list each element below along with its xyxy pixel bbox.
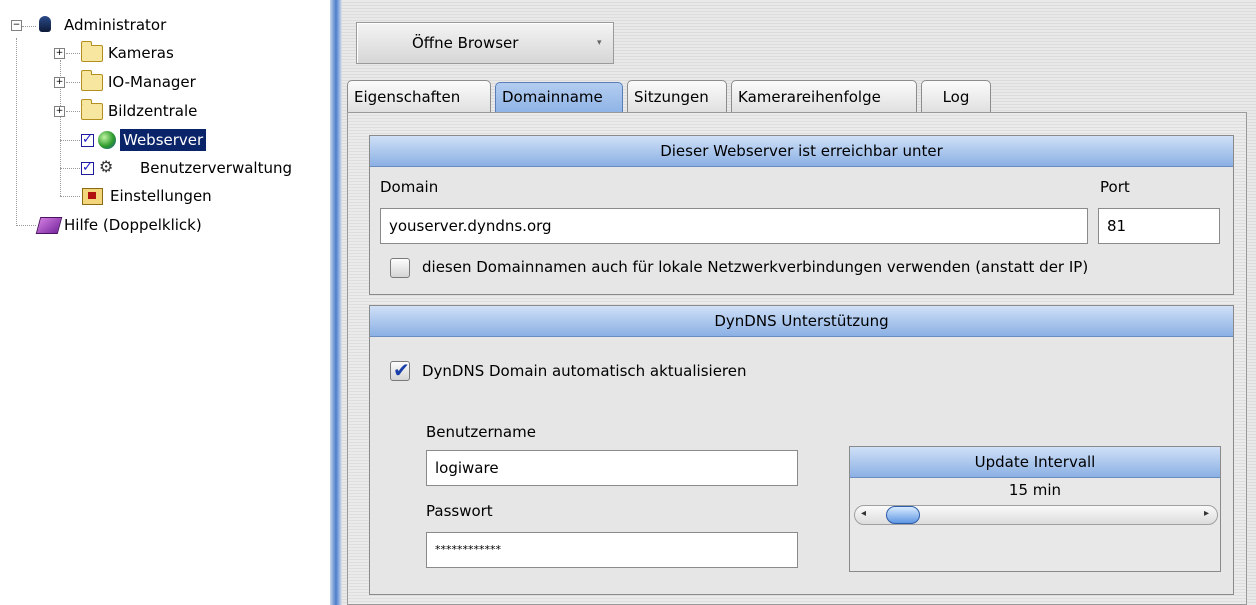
port-label: Port (1100, 178, 1130, 196)
tree-node-bildzentrale[interactable]: + Bildzentrale (50, 98, 250, 124)
password-label: Passwort (426, 502, 493, 520)
tree-connector (16, 225, 36, 226)
tab-content-domainname: Dieser Webserver ist erreichbar unter Do… (347, 112, 1247, 605)
open-browser-label: Öffne Browser (412, 34, 519, 52)
use-domain-locally-label: diesen Domainnamen auch für lokale Netzw… (422, 258, 1089, 276)
globe-icon (98, 131, 116, 149)
folder-icon (81, 99, 103, 120)
group-header: Dieser Webserver ist erreichbar unter (370, 136, 1233, 167)
update-interval-value: 15 min (1008, 481, 1062, 499)
expand-icon[interactable]: + (54, 48, 65, 59)
dyndns-group: DynDNS Unterstützung DynDNS Domain autom… (369, 305, 1234, 595)
password-input[interactable]: ************ (426, 532, 798, 568)
domain-input[interactable]: youserver.dyndns.org (380, 208, 1088, 244)
tree-node-label: Einstellungen (110, 187, 212, 205)
tree-node-label: Bildzentrale (108, 102, 198, 120)
tab-log[interactable]: Log (921, 80, 991, 112)
tree-node-einstellungen[interactable]: Einstellungen (78, 183, 278, 209)
slider-left-arrow-icon[interactable]: ◂ (861, 508, 866, 519)
tab-eigenschaften[interactable]: Eigenschaften (347, 80, 491, 112)
dyndns-auto-update-label: DynDNS Domain automatisch aktualisieren (422, 362, 747, 380)
main-panel: Öffne Browser ▾ Eigenschaften Domainname… (342, 0, 1256, 605)
tab-kamerareihenfolge[interactable]: Kamerareihenfolge (731, 80, 917, 112)
enabled-checkbox-icon[interactable]: ✓ (81, 133, 94, 147)
tree-node-administrator[interactable]: − Administrator (10, 12, 250, 38)
group-header: Update Intervall (850, 447, 1220, 478)
collapse-icon[interactable]: − (11, 20, 22, 31)
open-browser-button[interactable]: Öffne Browser ▾ (356, 22, 614, 64)
use-domain-locally-checkbox[interactable] (390, 258, 410, 278)
update-interval-group: Update Intervall 15 min ◂ ▸ (849, 446, 1221, 572)
tree-node-help[interactable]: Hilfe (Doppelklick) (34, 212, 254, 238)
tree-node-label: Kameras (108, 44, 174, 62)
tree-connector (16, 38, 17, 226)
users-icon: ⚙ (99, 157, 114, 176)
tree-connector (60, 196, 80, 197)
tree-node-label: Benutzerverwaltung (140, 159, 292, 177)
slider-thumb[interactable] (885, 506, 920, 524)
tree-node-kameras[interactable]: + Kameras (50, 40, 250, 66)
help-book-icon (35, 217, 63, 234)
dyndns-auto-update-checkbox[interactable] (390, 358, 410, 382)
tree-connector (60, 140, 80, 141)
chevron-down-icon[interactable]: ▾ (597, 23, 602, 63)
expand-icon[interactable]: + (54, 106, 65, 117)
splitter-bar[interactable] (330, 0, 342, 605)
slider-right-arrow-icon[interactable]: ▸ (1204, 508, 1209, 519)
group-header: DynDNS Unterstützung (370, 306, 1233, 337)
tab-domainname[interactable]: Domainname (495, 82, 623, 112)
tree-node-label: Webserver (120, 129, 207, 151)
tree-node-label: Hilfe (Doppelklick) (64, 216, 202, 234)
tree-node-label: IO-Manager (108, 73, 196, 91)
navigation-tree: − Administrator + Kameras + IO-Manager +… (0, 0, 330, 605)
tree-connector (60, 168, 80, 169)
update-interval-slider[interactable]: ◂ ▸ (854, 505, 1218, 525)
domain-label: Domain (380, 178, 439, 196)
port-input[interactable]: 81 (1098, 208, 1220, 244)
tree-node-label: Administrator (64, 16, 167, 34)
folder-icon (81, 70, 103, 91)
username-input[interactable]: logiware (426, 450, 798, 486)
folder-icon (81, 41, 103, 62)
expand-icon[interactable]: + (54, 77, 65, 88)
username-label: Benutzername (426, 423, 536, 441)
administrator-icon (39, 16, 51, 32)
webserver-address-group: Dieser Webserver ist erreichbar unter Do… (369, 135, 1234, 295)
tree-node-webserver[interactable]: ✓ Webserver (78, 127, 278, 153)
tree-node-benutzerverwaltung[interactable]: ✓ ⚙ Benutzerverwaltung (78, 155, 328, 181)
tab-sitzungen[interactable]: Sitzungen (627, 80, 727, 112)
enabled-checkbox-icon[interactable]: ✓ (81, 161, 94, 175)
tree-node-io-manager[interactable]: + IO-Manager (50, 69, 250, 95)
settings-icon (82, 188, 103, 205)
